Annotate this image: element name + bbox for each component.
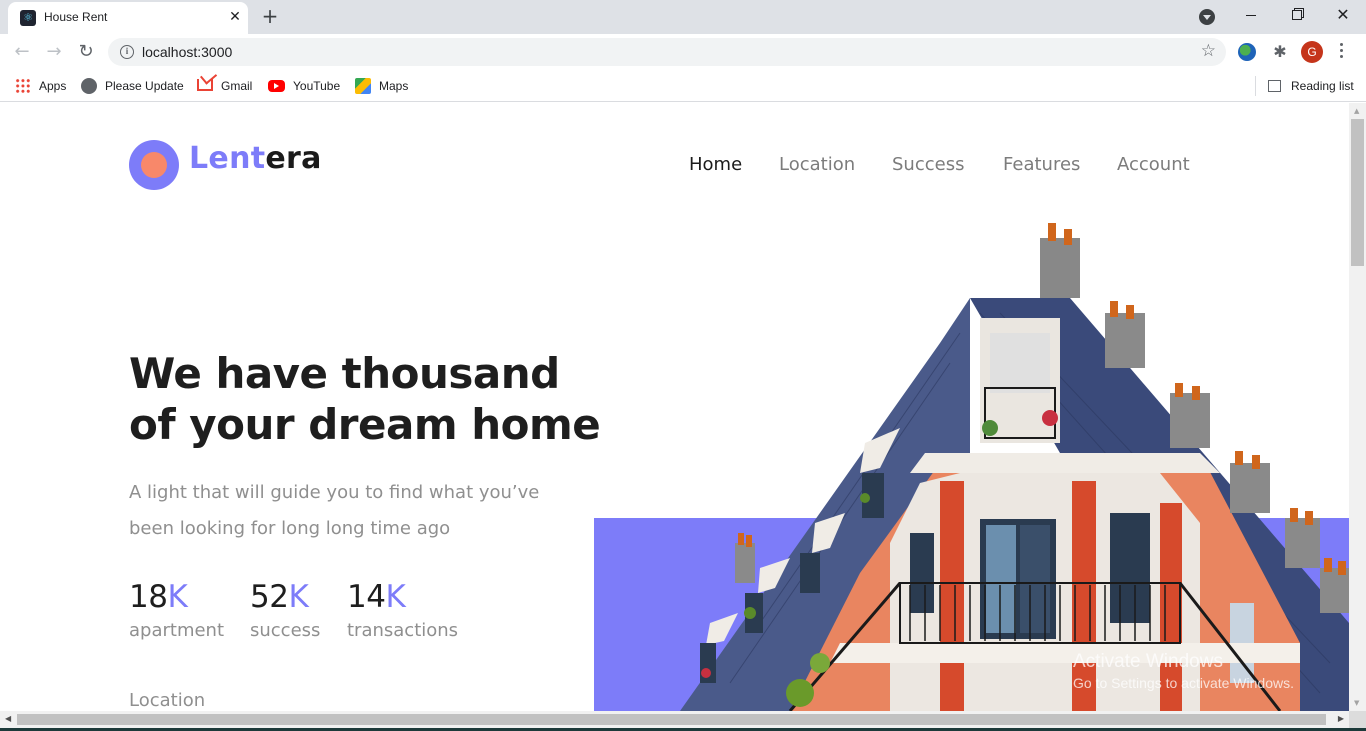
new-tab-button[interactable]: +: [257, 4, 283, 30]
stat-value: 18: [129, 579, 168, 615]
logo-part-accent: Lent: [189, 141, 266, 176]
bookmark-label: Apps: [39, 79, 67, 93]
address-bar[interactable]: i localhost:3000 ☆: [108, 38, 1226, 66]
logo-part-dark: era: [265, 141, 322, 176]
browser-menu-icon[interactable]: [1336, 40, 1346, 64]
bookmark-gmail[interactable]: Gmail: [197, 77, 252, 95]
logo-wordmark[interactable]: Lentera: [189, 141, 322, 176]
scrollbar-corner: [1349, 711, 1366, 728]
horizontal-scrollbar[interactable]: ◀ ▶: [0, 711, 1349, 728]
vertical-scrollbar[interactable]: ▲ ▼: [1349, 103, 1366, 711]
restore-window-button[interactable]: [1274, 0, 1320, 32]
react-favicon-icon: ⚛: [20, 10, 36, 26]
close-window-button[interactable]: ✕: [1320, 0, 1366, 32]
bookmark-label: YouTube: [293, 79, 341, 93]
stat-label: apartment: [129, 620, 225, 641]
windows-activation-watermark: Activate Windows Go to Settings to activ…: [1073, 651, 1294, 691]
hero-title: We have thousand of your dream home: [129, 349, 601, 449]
scroll-left-arrow-icon[interactable]: ◀: [5, 714, 11, 723]
stat-label: success: [250, 620, 321, 641]
stat-number: 14K: [347, 577, 458, 617]
gmail-icon: [197, 78, 213, 91]
scroll-up-arrow-icon[interactable]: ▲: [1354, 107, 1359, 115]
youtube-icon: [268, 79, 285, 92]
stat-apartment: 18K apartment: [129, 577, 224, 643]
vertical-scroll-thumb[interactable]: [1351, 119, 1364, 266]
profile-avatar[interactable]: G: [1301, 41, 1323, 63]
nav-features[interactable]: Features: [1003, 154, 1080, 175]
scroll-down-arrow-icon[interactable]: ▼: [1354, 699, 1359, 707]
reading-list-label: Reading list: [1291, 79, 1354, 93]
browser-tab-strip: ⚛ House Rent ✕ + ✕: [0, 0, 1366, 34]
watermark-subtitle: Go to Settings to activate Windows.: [1073, 675, 1294, 691]
reload-icon[interactable]: ↻: [72, 38, 100, 66]
stat-value: 14: [347, 579, 386, 615]
location-section-label: Location: [129, 690, 206, 711]
stat-transactions: 14K transactions: [347, 577, 458, 643]
back-arrow-icon[interactable]: ←: [8, 38, 36, 66]
nav-account[interactable]: Account: [1117, 154, 1190, 175]
tab-title: House Rent: [44, 10, 108, 24]
stat-suffix: K: [385, 579, 406, 615]
extensions-puzzle-icon[interactable]: ✱: [1271, 43, 1289, 61]
hero-building-image: [680, 223, 1349, 711]
bookmark-please-update[interactable]: Please Update: [81, 77, 184, 95]
bookmark-maps[interactable]: Maps: [355, 77, 408, 95]
bookmark-label: Please Update: [105, 79, 184, 93]
close-tab-icon[interactable]: ✕: [224, 6, 246, 28]
stat-suffix: K: [288, 579, 309, 615]
bookmark-apps[interactable]: Apps: [15, 77, 66, 95]
maps-icon: [355, 77, 371, 94]
nav-location[interactable]: Location: [779, 154, 855, 175]
bookmark-label: Maps: [379, 79, 409, 93]
stat-value: 52: [250, 579, 289, 615]
browser-toolbar: ← → ↻ i localhost:3000 ☆ ✱ G: [0, 34, 1366, 70]
logo-icon[interactable]: [129, 140, 179, 190]
bookmark-youtube[interactable]: YouTube: [268, 77, 340, 95]
extension-globe-icon[interactable]: [1238, 43, 1256, 61]
stat-number: 18K: [129, 577, 224, 617]
stat-label: transactions: [347, 620, 459, 641]
tab-search-icon[interactable]: [1199, 9, 1215, 25]
apps-grid-icon: [15, 77, 31, 94]
watermark-title: Activate Windows: [1073, 651, 1223, 672]
stat-suffix: K: [167, 579, 188, 615]
page-viewport: Lentera Home Location Success Features A…: [0, 103, 1349, 711]
browser-tab[interactable]: ⚛ House Rent ✕: [8, 2, 248, 34]
reading-list-icon: [1268, 79, 1281, 92]
stat-success: 52K success: [250, 577, 320, 643]
stat-number: 52K: [250, 577, 320, 617]
nav-home[interactable]: Home: [689, 154, 742, 175]
bookmark-label: Gmail: [221, 79, 253, 93]
url-text[interactable]: localhost:3000: [142, 44, 232, 60]
reading-list-button[interactable]: Reading list: [1268, 77, 1354, 95]
site-info-icon[interactable]: i: [120, 45, 134, 59]
hero-subtitle: A light that will guide you to find what…: [129, 482, 540, 539]
scroll-right-arrow-icon[interactable]: ▶: [1338, 714, 1344, 723]
bookmarks-divider: [1255, 76, 1256, 96]
bookmarks-bar: Apps Please Update Gmail YouTube Maps Re…: [0, 70, 1366, 102]
globe-icon: [81, 77, 97, 94]
minimize-window-button[interactable]: [1228, 0, 1274, 32]
forward-arrow-icon[interactable]: →: [40, 38, 68, 66]
nav-success[interactable]: Success: [892, 154, 964, 175]
bookmark-star-icon[interactable]: ☆: [1201, 41, 1216, 61]
horizontal-scroll-thumb[interactable]: [17, 714, 1326, 725]
